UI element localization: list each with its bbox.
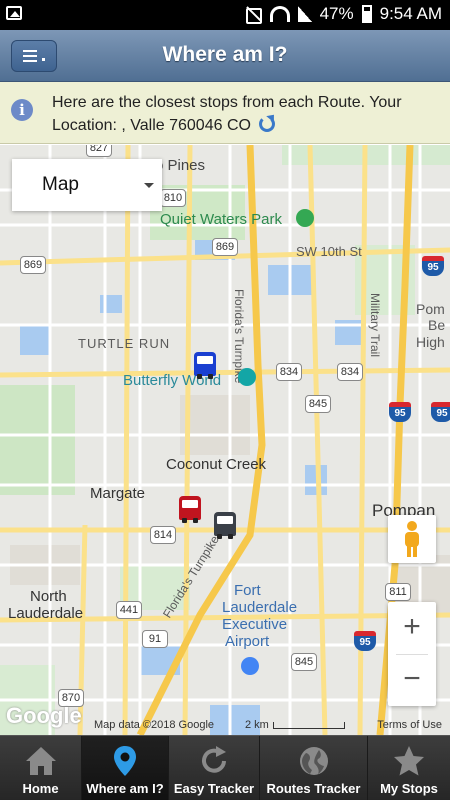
- info-text: Here are the closest stops from each Rou…: [52, 91, 444, 137]
- airport-poi-icon: [241, 657, 259, 675]
- street-view-pegman-button[interactable]: [388, 515, 436, 563]
- map-type-selector[interactable]: Map: [12, 159, 162, 211]
- terms-link[interactable]: Terms of Use: [377, 719, 442, 731]
- tab-label-where-am-i: Where am I?: [86, 781, 164, 796]
- info-message: Here are the closest stops from each Rou…: [52, 94, 402, 134]
- map-view[interactable]: ro Pines Quiet Waters Park SW 10th St Fl…: [0, 145, 450, 735]
- zoom-controls: + −: [388, 602, 436, 706]
- map-label-coconut-creek: Coconut Creek: [166, 456, 267, 473]
- tab-routes-tracker[interactable]: Routes Tracker: [260, 736, 368, 800]
- bus-stop-marker[interactable]: [214, 512, 236, 539]
- status-bar: 47% 9:54 AM: [0, 0, 450, 30]
- tab-label-home: Home: [22, 781, 59, 796]
- route-shield-814: 814: [150, 526, 176, 544]
- zoom-out-button[interactable]: −: [388, 654, 436, 706]
- route-shield-441: 441: [116, 601, 142, 619]
- gallery-notification-icon: [6, 6, 22, 20]
- globe-icon: [299, 747, 328, 775]
- map-label-fort: Fort: [234, 582, 261, 599]
- clock: 9:54 AM: [379, 4, 442, 23]
- bus-stop-marker[interactable]: [179, 496, 201, 523]
- map-label-lauderdale: Lauderdale: [8, 605, 84, 622]
- map-label-turtle-run: TURTLE RUN: [78, 336, 171, 351]
- route-shield-810: 810: [160, 189, 186, 207]
- pegman-icon: [405, 521, 419, 557]
- route-shield-811: 811: [385, 583, 411, 601]
- bottom-tab-bar: Home Where am I? Easy Tracker Routes Tra…: [0, 735, 450, 800]
- interstate-shield-95a: 95: [422, 256, 444, 276]
- refresh-icon: [202, 746, 226, 773]
- tab-my-stops[interactable]: My Stops: [368, 736, 450, 800]
- map-label-pompano-beach-1: Pom: [416, 301, 445, 317]
- map-label-quiet-waters: Quiet Waters Park: [160, 211, 282, 228]
- star-icon: [394, 746, 424, 776]
- map-label-executive: Executive: [222, 616, 288, 633]
- tab-where-am-i[interactable]: Where am I?: [82, 736, 169, 800]
- wifi-icon: [269, 6, 290, 22]
- route-shield-827: 827: [86, 145, 112, 157]
- info-banner: i Here are the closest stops from each R…: [0, 82, 450, 144]
- interstate-shield-95d: 95: [354, 631, 376, 651]
- route-shield-91: 91: [142, 630, 168, 648]
- route-shield-834b: 834: [337, 363, 363, 381]
- map-label-pompano-beach-3: High: [416, 334, 445, 350]
- scale-bar: [272, 721, 345, 729]
- route-shield-845a: 845: [305, 395, 331, 413]
- battery-icon: [361, 5, 372, 23]
- map-label-military-trail: Military Trail: [368, 293, 382, 358]
- map-label-north: North: [30, 588, 67, 605]
- status-icons: 47% 9:54 AM: [244, 4, 442, 24]
- map-scale: 2 km: [245, 719, 345, 731]
- tab-home[interactable]: Home: [0, 736, 82, 800]
- route-shield-845b: 845: [291, 653, 317, 671]
- dropdown-caret-icon: [144, 183, 154, 188]
- map-label-fort-lauderdale: Lauderdale: [222, 599, 298, 616]
- page-title: Where am I?: [162, 43, 288, 66]
- google-logo: Google: [6, 703, 82, 728]
- map-label-airport: Airport: [225, 633, 270, 650]
- map-type-label: Map: [42, 174, 79, 195]
- tab-label-easy-tracker: Easy Tracker: [173, 781, 255, 796]
- route-shield-869b: 869: [20, 256, 46, 274]
- route-shield-834a: 834: [276, 363, 302, 381]
- signal-icon: [297, 6, 312, 22]
- location-pin-icon: [114, 746, 136, 776]
- scale-label: 2 km: [245, 719, 269, 731]
- app-header: Where am I?: [0, 30, 450, 82]
- interstate-shield-95b: 95: [389, 402, 411, 422]
- map-label-margate: Margate: [90, 485, 146, 502]
- interstate-shield-95c: 95: [431, 402, 450, 422]
- zoom-in-button[interactable]: +: [388, 602, 436, 654]
- map-label-sw10: SW 10th St: [296, 244, 362, 259]
- battery-percent: 47%: [319, 4, 354, 23]
- camera-poi-icon: [238, 368, 256, 386]
- map-attribution: Map data ©2018 Google: [94, 719, 215, 731]
- home-icon: [25, 747, 56, 775]
- tab-easy-tracker[interactable]: Easy Tracker: [169, 736, 260, 800]
- bus-stop-marker[interactable]: [194, 352, 216, 379]
- route-shield-869a: 869: [212, 238, 238, 256]
- refresh-location-icon[interactable]: [259, 116, 276, 132]
- tab-label-routes-tracker: Routes Tracker: [266, 781, 361, 796]
- info-icon: i: [11, 99, 33, 121]
- mute-icon: [244, 5, 262, 24]
- map-label-pompano-beach-2: Be: [428, 317, 446, 333]
- tab-label-my-stops: My Stops: [380, 781, 438, 796]
- park-poi-icon: [296, 209, 314, 227]
